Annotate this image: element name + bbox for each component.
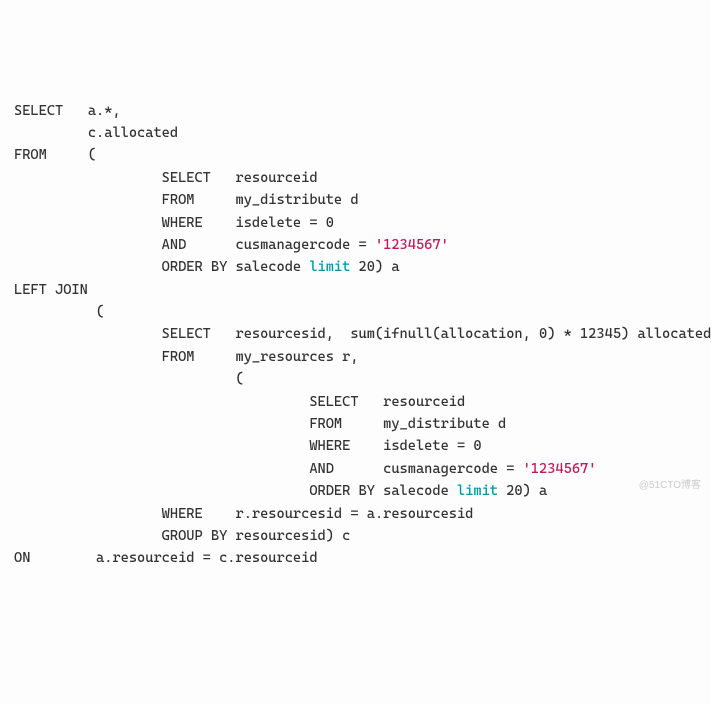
code-line: FROM my_distribute d [14,189,697,211]
code-line: GROUP BY resourcesid) c [14,525,697,547]
code-line: AND cusmanagercode = '1234567' [14,458,697,480]
code-line: WHERE isdelete = 0 [14,435,697,457]
code-line: SELECT resourceid [14,167,697,189]
code-line: ( [14,301,697,323]
sql-code-block: SELECT a.*, c.allocatedFROM ( SELECT res… [14,100,697,570]
code-line: FROM my_resources r, [14,346,697,368]
code-line: ON a.resourceid = c.resourceid [14,547,697,569]
watermark-text: @51CTO博客 [639,478,701,494]
code-line: AND cusmanagercode = '1234567' [14,234,697,256]
code-line: WHERE isdelete = 0 [14,212,697,234]
code-line: LEFT JOIN [14,279,697,301]
code-line: ORDER BY salecode limit 20) a [14,256,697,278]
code-line: SELECT a.*, [14,100,697,122]
code-line: SELECT resourceid [14,391,697,413]
code-line: ( [14,368,697,390]
code-line: FROM ( [14,144,697,166]
code-line: SELECT resourcesid, sum(ifnull(allocatio… [14,323,697,345]
code-line: c.allocated [14,122,697,144]
code-line: FROM my_distribute d [14,413,697,435]
code-line: ORDER BY salecode limit 20) a [14,480,697,502]
code-line: WHERE r.resourcesid = a.resourcesid [14,503,697,525]
